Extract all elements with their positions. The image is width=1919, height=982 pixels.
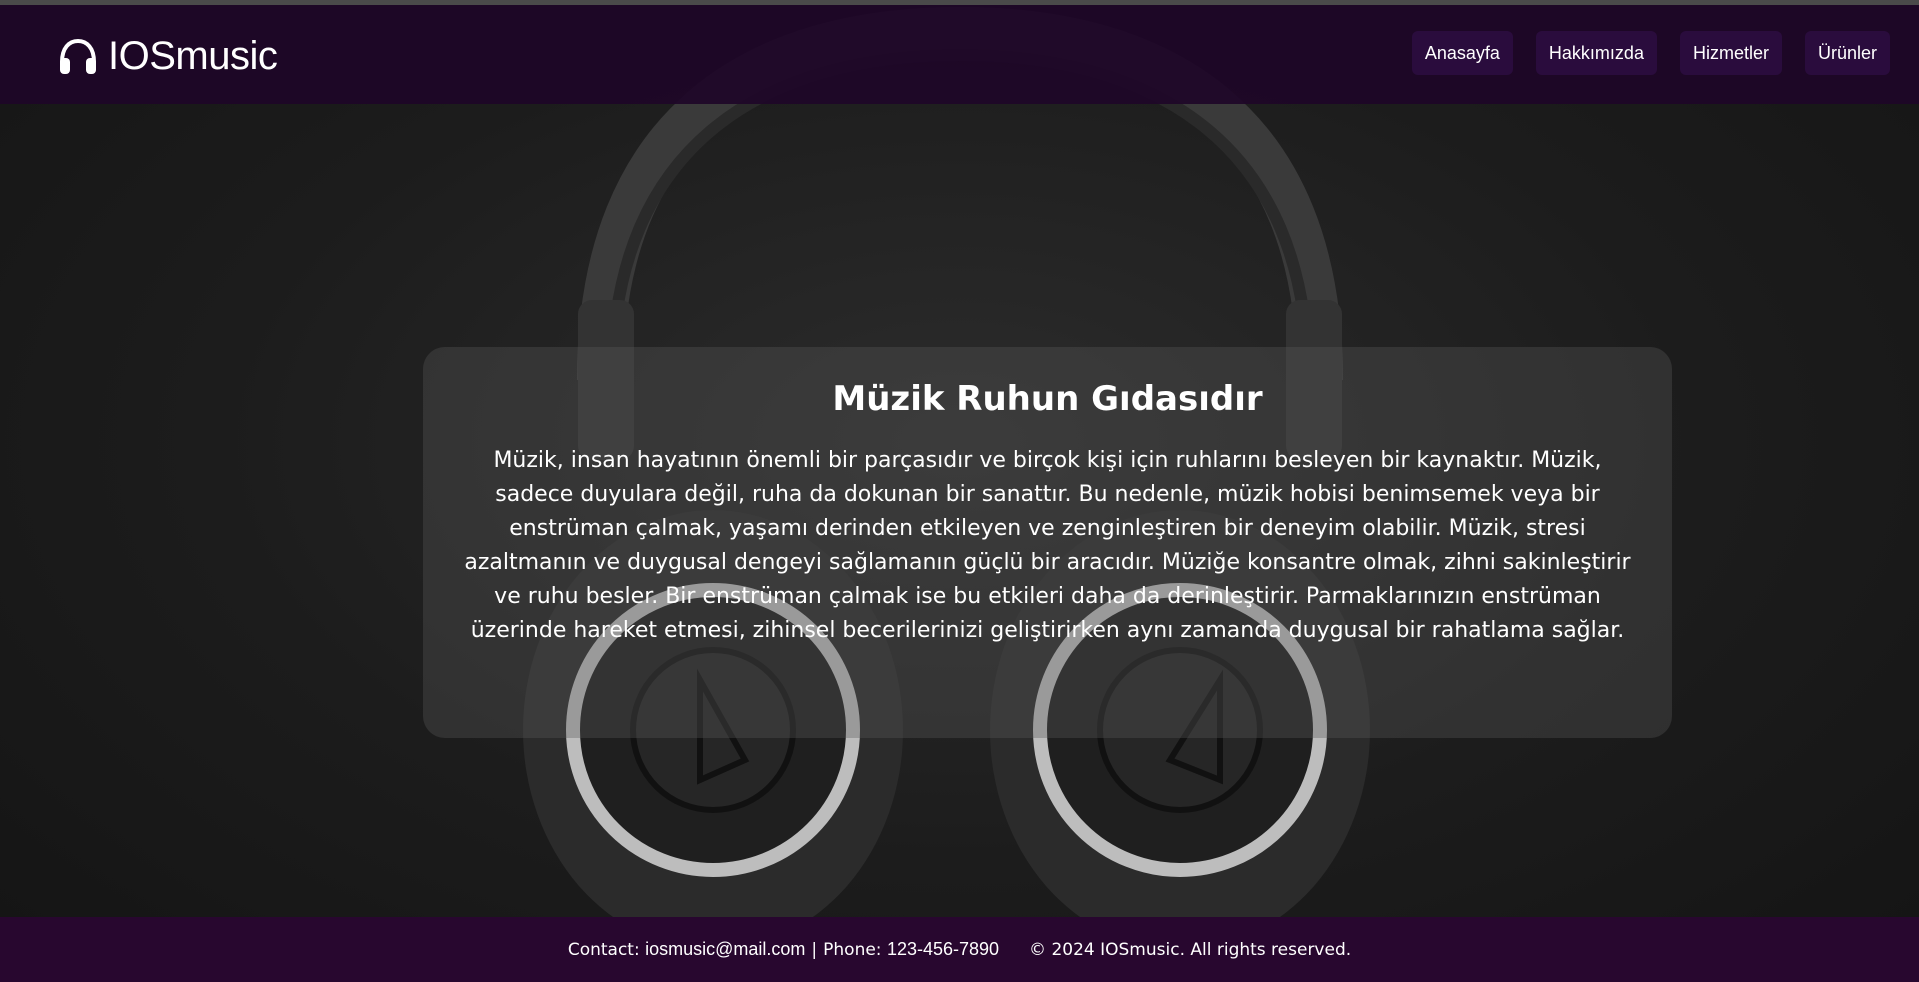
site-header: IOSmusic Anasayfa Hakkımızda Hizmetler Ü… [0, 5, 1919, 104]
nav-item-hizmetler[interactable]: Hizmetler [1679, 31, 1782, 75]
site-footer: Contact: iosmusic@mail.com | Phone: 123-45… [0, 917, 1919, 982]
logo-text: IOSmusic [108, 33, 278, 78]
site-logo[interactable]: IOSmusic [56, 31, 278, 81]
hero-card: Müzik Ruhun Gıdasıdır Müzik, insan hayat… [423, 347, 1672, 738]
footer-separator: | [811, 939, 818, 960]
headphones-icon [60, 38, 96, 74]
copyright-text: © 2024 IOSmusic. All rights reserved. [1029, 939, 1352, 960]
contact-phone: 123-456-7890 [886, 939, 1000, 959]
nav-item-hakkimizda[interactable]: Hakkımızda [1535, 31, 1657, 75]
contact-email[interactable]: iosmusic@mail.com [645, 939, 805, 960]
hero-title: Müzik Ruhun Gıdasıdır [832, 379, 1263, 419]
hero-body: Müzik, insan hayatının önemli bir parças… [464, 448, 1631, 643]
nav-item-anasayfa[interactable]: Anasayfa [1411, 31, 1513, 75]
phone-label: Phone: [823, 939, 882, 960]
contact-label: Contact: [567, 939, 640, 960]
main-nav: Anasayfa Hakkımızda Hizmetler Ürünler [1411, 31, 1890, 75]
nav-item-urunler[interactable]: Ürünler [1804, 31, 1890, 75]
